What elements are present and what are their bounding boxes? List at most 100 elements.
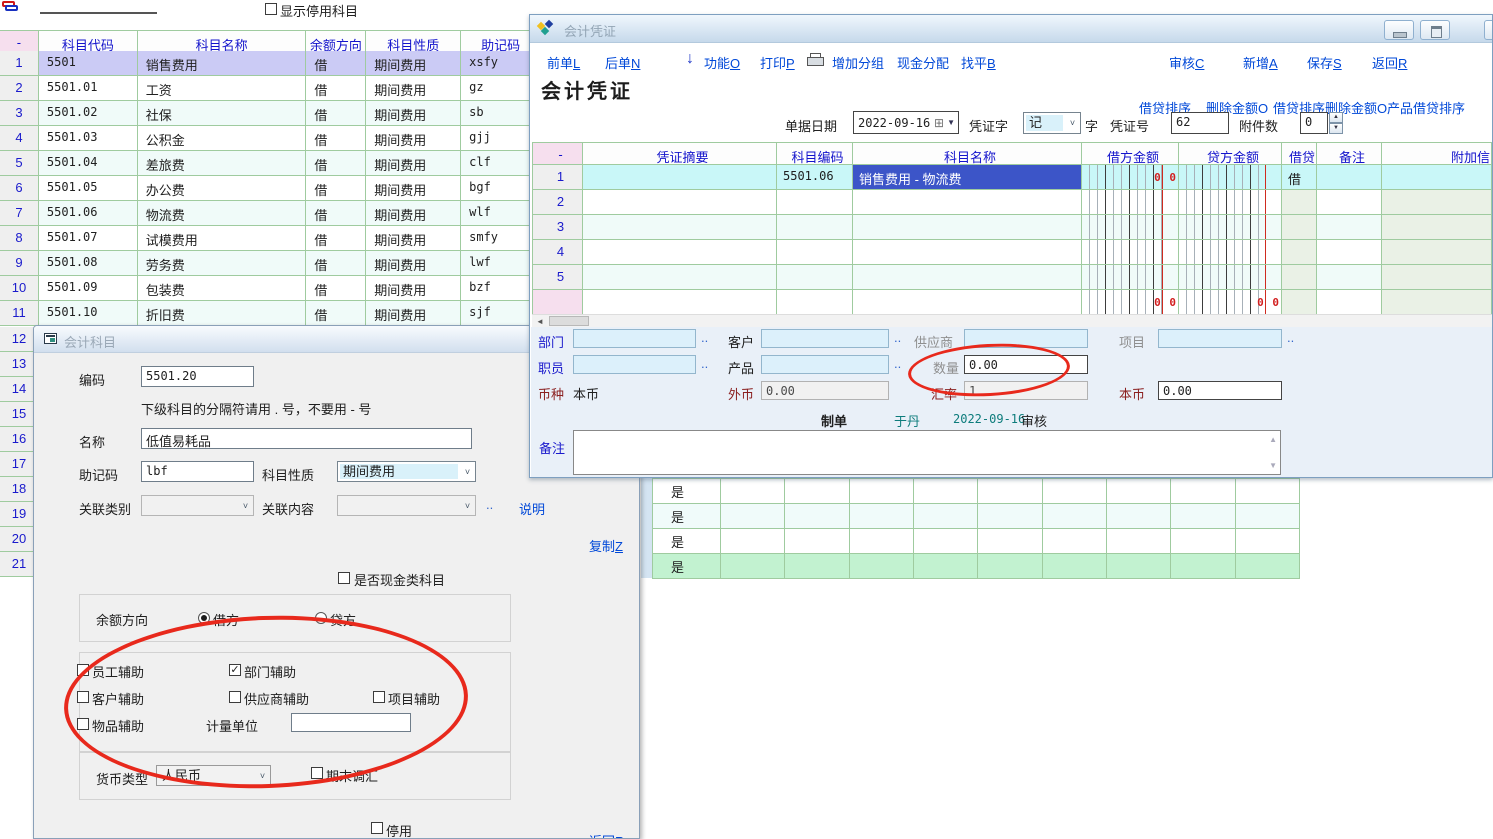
dept-input[interactable]	[573, 329, 696, 348]
staff-input[interactable]	[573, 355, 696, 374]
project-input[interactable]	[1158, 329, 1282, 348]
scrollbar-thumb[interactable]	[549, 316, 589, 326]
prev-doc-link[interactable]: 前单L	[547, 53, 580, 72]
maximize-button[interactable]	[1420, 20, 1450, 40]
minimize-button[interactable]	[1384, 20, 1414, 40]
function-link[interactable]: 功能O	[704, 53, 740, 72]
voucher-titlebar[interactable]: 会计凭证	[530, 15, 1492, 43]
debit-radio-label: 借方	[213, 610, 239, 629]
aux-supplier-checkbox[interactable]	[229, 691, 241, 703]
aux-dept-checkbox[interactable]: ✓	[229, 664, 241, 676]
currency-type-select[interactable]: 人民币 ˅	[156, 765, 271, 786]
nature-select[interactable]: 期间费用 ˅	[337, 461, 476, 482]
column-header[interactable]: 科目名称	[138, 31, 307, 52]
attachments-input[interactable]: 0	[1300, 112, 1328, 134]
table-row[interactable]: 2 5501.01 工资 借 期间费用 gz	[0, 76, 529, 101]
local-amount-input[interactable]: 0.00	[1158, 381, 1282, 400]
note-cell[interactable]	[1317, 165, 1382, 190]
scroll-up-icon[interactable]: ▲	[1269, 435, 1277, 444]
dept-browse-dots[interactable]: ..	[701, 330, 708, 345]
return-link[interactable]: 返回R	[589, 831, 624, 839]
table-row[interactable]: 是	[653, 554, 1300, 579]
next-doc-link[interactable]: 后单N	[605, 53, 640, 72]
relation-type-select[interactable]: ˅	[141, 495, 254, 516]
back-link[interactable]: 返回R	[1372, 53, 1407, 72]
debit-radio[interactable]	[198, 612, 210, 624]
product-browse-dots[interactable]: ..	[894, 356, 901, 371]
voucher-empty-row[interactable]: 4	[533, 240, 1492, 265]
relation-content-select[interactable]: ˅	[337, 495, 476, 516]
table-row[interactable]: 7 5501.06 物流费 借 期间费用 wlf	[0, 201, 529, 226]
direction-cell[interactable]: 借	[1282, 165, 1317, 190]
subject-code-cell[interactable]: 5501.06	[777, 165, 853, 190]
table-row[interactable]: 5 5501.04 差旅费 借 期间费用 clf	[0, 151, 529, 176]
doc-date-picker[interactable]: 2022-09-16 ⊞ ▼	[853, 111, 959, 134]
close-button[interactable]	[1484, 20, 1493, 40]
name-input[interactable]: 低值易耗品	[141, 428, 472, 449]
printer-icon[interactable]	[807, 53, 823, 66]
table-row[interactable]: 是	[653, 504, 1300, 529]
debit-amount-cell[interactable]: 0 0	[1082, 165, 1179, 190]
save-link[interactable]: 保存S	[1307, 53, 1342, 72]
table-row[interactable]: 10 5501.09 包装费 借 期间费用 bzf	[0, 276, 529, 301]
scroll-left-icon[interactable]: ◄	[536, 317, 544, 326]
product-sort-link[interactable]: 产品借贷排序	[1387, 98, 1465, 117]
column-header[interactable]: 助记码	[461, 31, 529, 52]
unit-input[interactable]	[291, 713, 411, 732]
balance-link[interactable]: 找平B	[961, 53, 996, 72]
staff-browse-dots[interactable]: ..	[701, 356, 708, 371]
voucher-empty-row[interactable]: 2	[533, 190, 1492, 215]
table-row[interactable]: 6 5501.05 办公费 借 期间费用 bgf	[0, 176, 529, 201]
aux-employee-checkbox[interactable]	[77, 664, 89, 676]
copy-link[interactable]: 复制Z	[589, 536, 623, 555]
table-row-selected[interactable]: 1 5501 销售费用 借 期间费用 xsfy	[0, 51, 529, 76]
product-input[interactable]	[761, 355, 889, 374]
table-row[interactable]: 8 5501.07 试模费用 借 期间费用 smfy	[0, 226, 529, 251]
aux-customer-checkbox[interactable]	[77, 691, 89, 703]
voucher-empty-row[interactable]: 3	[533, 215, 1492, 240]
supplier-input[interactable]	[964, 329, 1088, 348]
project-browse-dots[interactable]: ..	[1287, 330, 1294, 345]
customer-input[interactable]	[761, 329, 889, 348]
mnemonic-input[interactable]: lbf	[141, 461, 254, 482]
subject-name-cell[interactable]: 销售费用 - 物流费	[853, 165, 1082, 190]
table-row[interactable]: 3 5501.02 社保 借 期间费用 sb	[0, 101, 529, 126]
table-row[interactable]: 是	[653, 529, 1300, 554]
voucher-entry-row[interactable]: 1 5501.06 销售费用 - 物流费 0 0 借	[533, 165, 1492, 190]
note-textarea[interactable]: ▲ ▼	[573, 430, 1281, 475]
column-header[interactable]: 余额方向	[306, 31, 366, 52]
column-header[interactable]: 科目代码	[39, 31, 138, 52]
summary-cell[interactable]	[583, 165, 777, 190]
scroll-down-icon[interactable]: ▼	[1269, 461, 1277, 470]
code-input[interactable]: 5501.20	[141, 366, 254, 387]
print-link[interactable]: 打印P	[760, 53, 795, 72]
disabled-checkbox[interactable]	[371, 822, 383, 834]
grid-hscrollbar[interactable]: ◄	[532, 314, 1492, 328]
customer-browse-dots[interactable]: ..	[894, 330, 901, 345]
table-row[interactable]: 9 5501.08 劳务费 借 期间费用 lwf	[0, 251, 529, 276]
add-group-link[interactable]: 增加分组	[832, 53, 884, 72]
voucher-word-select[interactable]: 记 ˅	[1023, 112, 1081, 134]
show-disabled-checkbox[interactable]	[265, 3, 277, 15]
quantity-input[interactable]: 0.00	[964, 355, 1088, 374]
column-header[interactable]: 科目性质	[366, 31, 461, 52]
credit-amount-cell[interactable]	[1179, 165, 1282, 190]
table-row[interactable]: 11 5501.10 折旧费 借 期间费用 sjf	[0, 301, 529, 326]
audit-link[interactable]: 审核C	[1169, 53, 1204, 72]
attachments-stepper[interactable]: ▲▼	[1329, 112, 1343, 134]
new-link[interactable]: 新增A	[1243, 53, 1278, 72]
table-row[interactable]: 是	[653, 479, 1300, 504]
table-row[interactable]: 4 5501.03 公积金 借 期间费用 gjj	[0, 126, 529, 151]
browse-dots[interactable]: ..	[486, 497, 493, 512]
cash-allocate-link[interactable]: 现金分配	[897, 53, 949, 72]
aux-item-checkbox[interactable]	[77, 718, 89, 730]
voucher-no-input[interactable]: 62	[1171, 112, 1229, 134]
description-link[interactable]: 说明	[519, 499, 545, 518]
is-cash-subject-checkbox[interactable]	[338, 572, 350, 584]
period-adjust-checkbox[interactable]	[311, 767, 323, 779]
voucher-empty-row[interactable]: 5	[533, 265, 1492, 290]
credit-radio[interactable]	[315, 612, 327, 624]
aux-project-checkbox[interactable]	[373, 691, 385, 703]
extra-info-cell[interactable]	[1382, 165, 1492, 190]
column-header[interactable]: -	[0, 31, 39, 52]
